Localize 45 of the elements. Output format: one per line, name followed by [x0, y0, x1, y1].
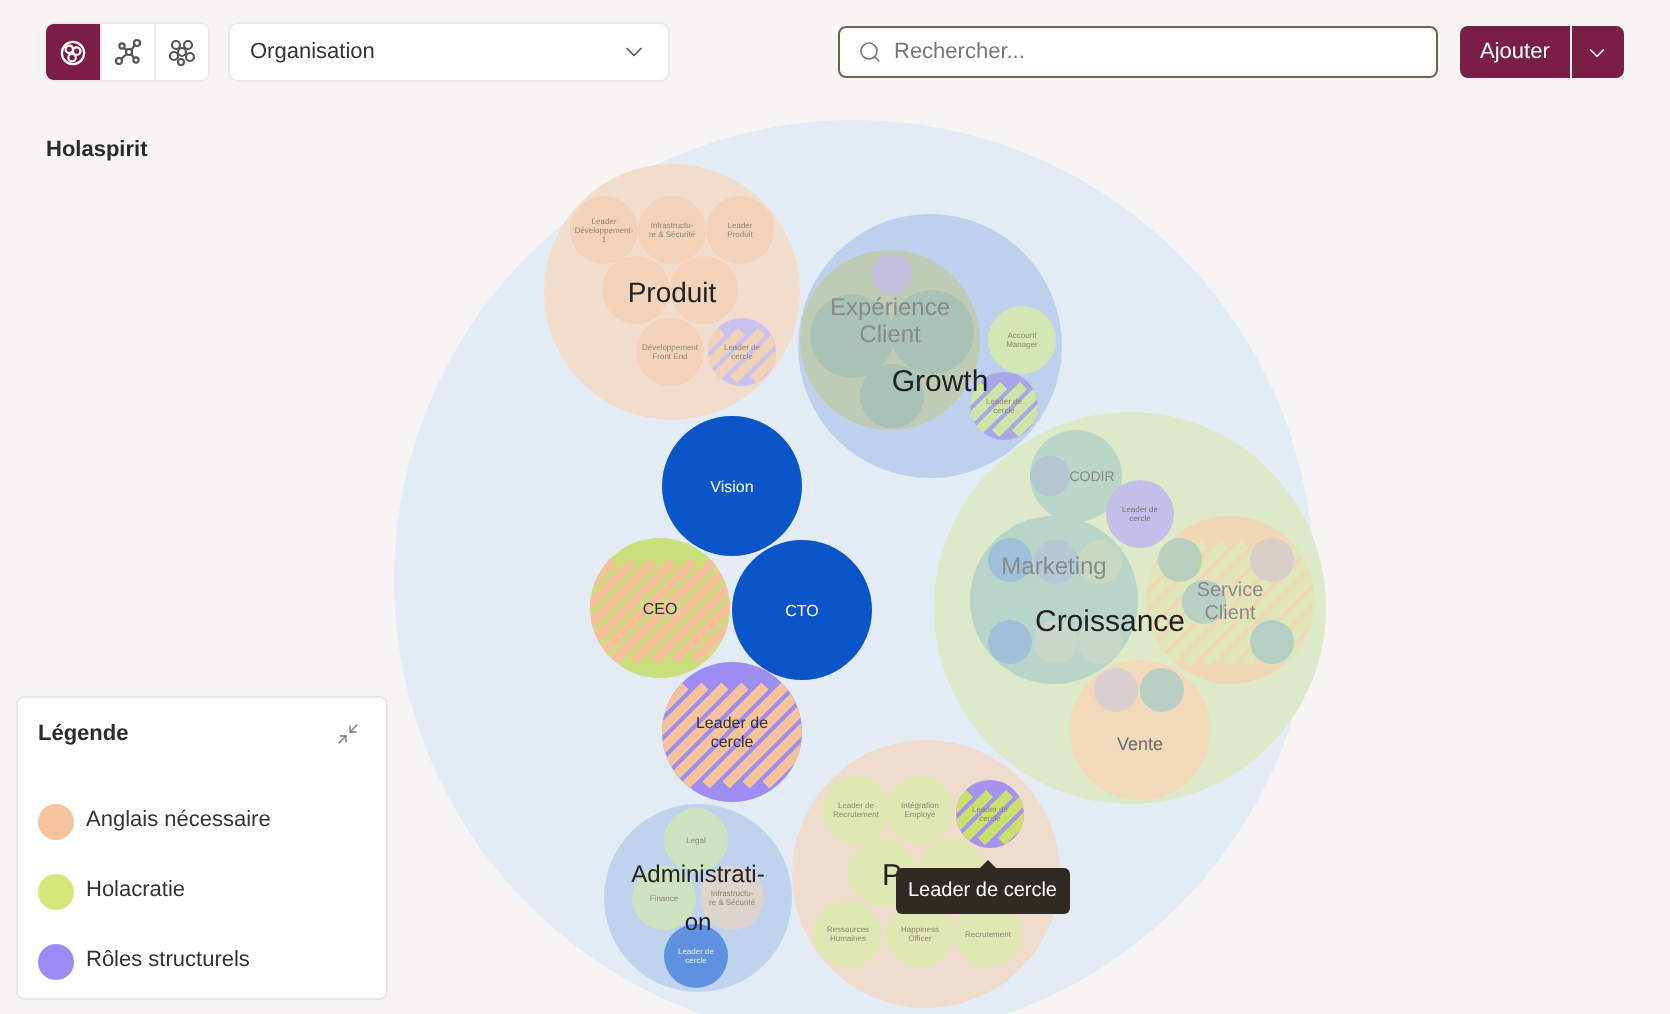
circle-label: Croissance — [1034, 604, 1186, 639]
cluster-icon — [168, 38, 196, 66]
circle-label: Vente — [1116, 734, 1164, 755]
role-node[interactable] — [570, 196, 638, 264]
search-field[interactable]: Rechercher... — [838, 26, 1438, 78]
role-node[interactable] — [822, 776, 890, 844]
circle-label: on — [684, 908, 712, 937]
legend-title: Légende — [38, 720, 129, 750]
circle-node[interactable] — [732, 540, 872, 680]
role-node[interactable] — [1106, 480, 1174, 548]
circle-node[interactable] — [544, 164, 800, 420]
circle-label: Marketing — [1001, 552, 1107, 581]
circle-label: CTO — [785, 601, 819, 620]
collapse-icon[interactable] — [336, 722, 360, 747]
circle-node[interactable] — [934, 412, 1326, 804]
circle-node[interactable] — [798, 214, 1062, 478]
circle-label: CEO — [642, 599, 678, 618]
role-node[interactable] — [706, 196, 774, 264]
role-node[interactable] — [988, 306, 1056, 374]
organisation-dropdown[interactable]: Organisation — [230, 24, 668, 80]
view-toggle[interactable] — [46, 24, 100, 80]
role-node[interactable] — [956, 780, 1024, 848]
circle-label: Growth — [891, 364, 989, 399]
circle-label: Produit — [627, 275, 717, 308]
role-node[interactable] — [814, 900, 882, 968]
organisation-title: Holaspirit — [46, 138, 148, 162]
role-node[interactable] — [886, 776, 954, 844]
legend-label: Rôles structurels — [86, 946, 250, 977]
circle-node[interactable] — [662, 416, 802, 556]
add-options-button[interactable] — [1569, 26, 1624, 78]
legend-label: Holacratie — [86, 876, 186, 907]
circle-label: Administrati- — [631, 860, 765, 889]
circle-node[interactable] — [604, 804, 792, 992]
view-toggle[interactable] — [154, 24, 208, 80]
legend-label: Anglais nécessaire — [86, 806, 271, 837]
circle-label: Expérience Client — [829, 292, 951, 349]
circle-label: Leader de cercle — [695, 714, 769, 751]
circle-label: Vision — [710, 477, 754, 496]
add-button[interactable]: Ajouter — [1460, 26, 1570, 78]
circles-icon — [60, 39, 86, 65]
circle-label: Service Client — [1196, 579, 1264, 625]
circle-node[interactable] — [1070, 660, 1210, 800]
search-icon — [858, 40, 882, 64]
network-icon — [114, 38, 142, 66]
circle-node[interactable] — [1030, 430, 1122, 522]
